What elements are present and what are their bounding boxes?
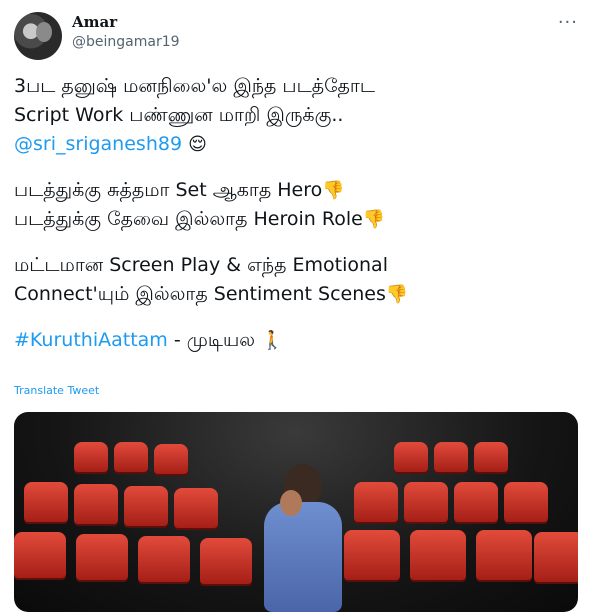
theater-seat <box>138 536 190 582</box>
tweet-paragraph-3: மட்டமான Screen Play & எந்த Emotional Con… <box>14 251 584 309</box>
theater-seat <box>434 442 468 472</box>
person-jacket <box>264 502 342 612</box>
thumbs-down-icon: 👎 <box>322 180 345 201</box>
tweet-line: படத்துக்கு சுத்தமா Set ஆகாத Hero <box>14 179 323 201</box>
more-options-icon[interactable]: ··· <box>558 12 578 33</box>
theater-seat <box>200 538 252 584</box>
translate-tweet-link[interactable]: Translate Tweet <box>14 384 99 397</box>
theater-seat <box>74 442 108 472</box>
theater-seat <box>454 482 498 522</box>
theater-seat <box>534 532 578 582</box>
theater-seat <box>474 442 508 472</box>
avatar[interactable] <box>14 12 62 60</box>
theater-seat <box>124 486 168 526</box>
username-handle[interactable]: @beingamar19 <box>72 34 180 50</box>
theater-seat <box>404 482 448 522</box>
tweet-line: Script Work பண்ணுன மாறி இருக்கு.. <box>14 104 344 126</box>
tweet-paragraph-4: #KuruthiAattam - முடியல 🚶 <box>14 326 584 355</box>
theater-seat <box>354 482 398 522</box>
tweet-media-image[interactable] <box>14 412 578 612</box>
theater-seat <box>174 488 218 528</box>
theater-seat <box>76 534 128 580</box>
tweet-paragraph-1: 3பட தனுஷ் மனநிலை'ல இந்த படத்தோட Script W… <box>14 72 584 159</box>
theater-seat <box>24 482 68 522</box>
theater-seat <box>394 442 428 472</box>
theater-seat <box>344 530 400 580</box>
relieved-face-emoji-icon: 😌 <box>188 134 207 155</box>
person-hand <box>280 490 302 516</box>
tweet-line: படத்துக்கு தேவை இல்லாத Heroin Role <box>14 208 363 230</box>
display-name[interactable]: Amar <box>72 13 117 31</box>
mention-link[interactable]: @sri_sriganesh89 <box>14 133 182 155</box>
tweet-tail-text: - முடியல <box>167 329 262 351</box>
theater-seat <box>74 484 118 524</box>
tweet-text: 3பட தனுஷ் மனநிலை'ல இந்த படத்தோட Script W… <box>14 72 584 372</box>
seated-person <box>256 464 346 612</box>
thumbs-down-icon: 👎 <box>362 209 386 230</box>
tweet-line: Connect'யும் இல்லாத Sentiment Scenes <box>14 283 386 305</box>
hashtag-link[interactable]: #KuruthiAattam <box>14 329 168 351</box>
theater-seat <box>476 530 532 580</box>
theater-seat <box>410 530 466 580</box>
theater-seat <box>114 442 148 472</box>
theater-seat <box>14 532 66 578</box>
person-walking-emoji-icon: 🚶 <box>261 330 284 351</box>
tweet-paragraph-2: படத்துக்கு சுத்தமா Set ஆகாத Hero👎 படத்து… <box>14 176 584 234</box>
theater-seat <box>504 482 548 522</box>
thumbs-down-icon: 👎 <box>385 284 409 305</box>
theater-seat <box>154 444 188 474</box>
tweet-line: 3பட தனுஷ் மனநிலை'ல இந்த படத்தோட <box>14 75 375 97</box>
tweet-line: மட்டமான Screen Play & எந்த Emotional <box>14 254 388 276</box>
